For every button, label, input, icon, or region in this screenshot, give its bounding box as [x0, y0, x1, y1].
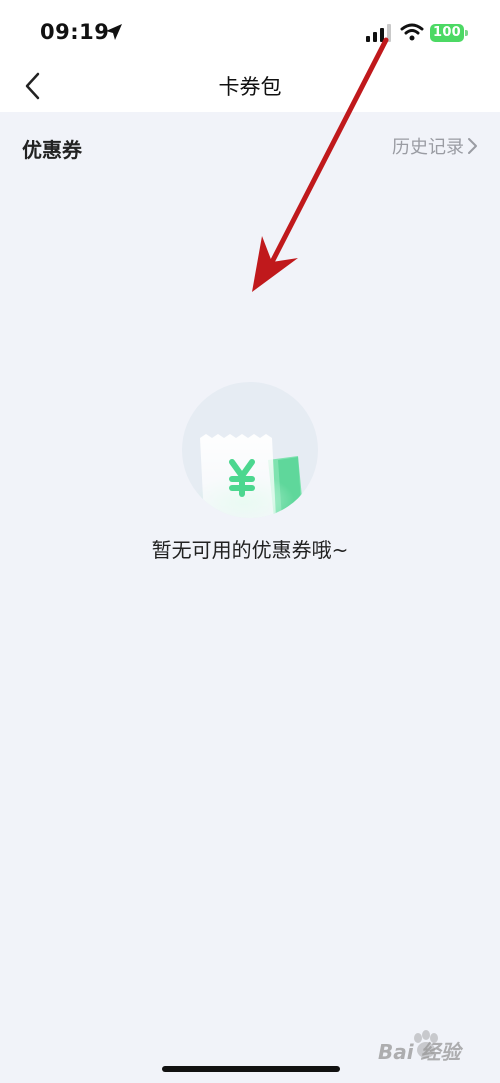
status-bar: 09:19 100 [0, 0, 500, 62]
battery-tip [465, 30, 468, 36]
empty-state-message: 暂无可用的优惠券哦~ [151, 538, 349, 562]
section-title: 优惠券 [22, 138, 82, 162]
page-title: 卡券包 [218, 75, 282, 99]
coupon-yuan-icon [182, 382, 318, 518]
nav-bar: 卡券包 [0, 62, 500, 112]
signal-icon [366, 24, 391, 42]
coupon-section-header: 优惠券 历史记录 [0, 112, 500, 180]
paw-logo-icon [414, 1030, 438, 1058]
history-link[interactable]: 历史记录 [392, 133, 478, 159]
home-indicator[interactable] [162, 1066, 340, 1072]
location-arrow-icon [106, 24, 122, 40]
watermark: Bai 经验 [376, 1028, 496, 1068]
history-label: 历史记录 [392, 137, 464, 158]
battery-icon: 100 [430, 24, 464, 42]
status-time: 09:19 [40, 20, 110, 44]
wifi-icon [400, 23, 424, 41]
chevron-right-icon [468, 138, 477, 154]
